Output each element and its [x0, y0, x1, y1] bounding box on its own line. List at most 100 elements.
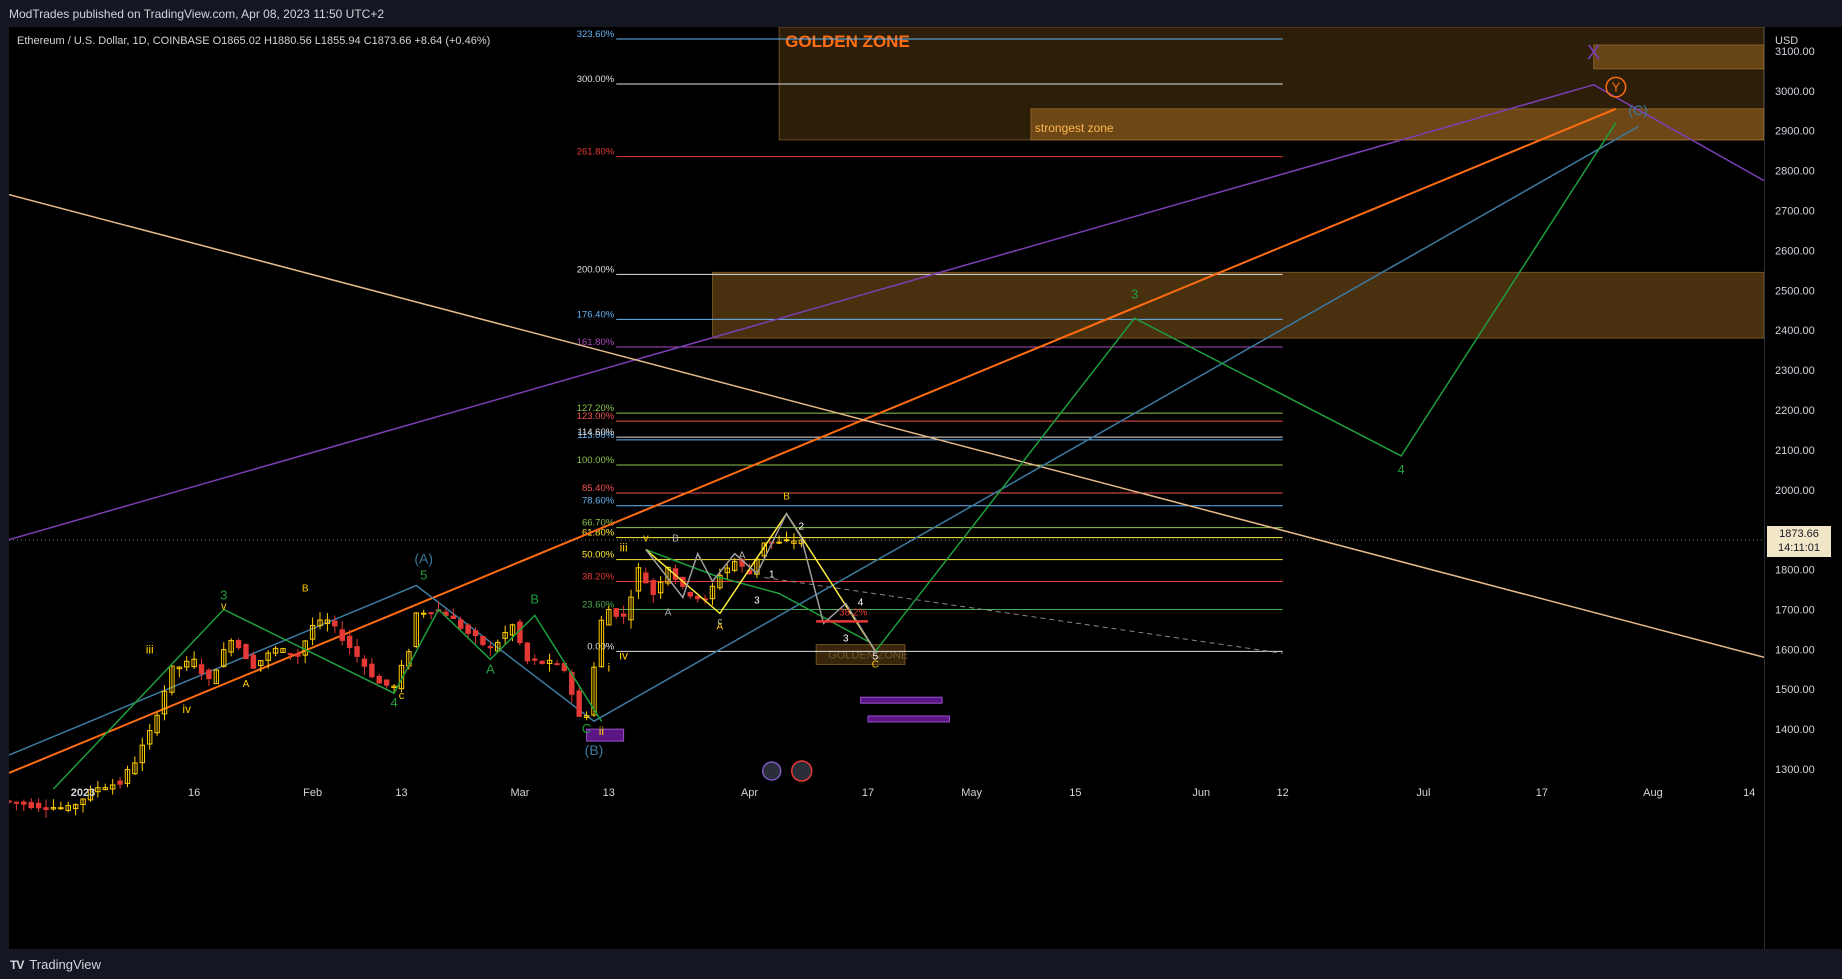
price-tick-label-8: 2100.00 [1775, 445, 1815, 457]
wave-label-18: c [399, 690, 405, 702]
candle-body-72 [539, 660, 545, 664]
candle-body-61 [457, 619, 464, 629]
time-axis-label-6: Apr [741, 787, 758, 799]
candle-body-60 [450, 615, 457, 619]
price-tick-label-15: 2800.00 [1775, 166, 1815, 178]
price-chart[interactable]: GOLDEN ZONEstrongest zoneGOLDEN ZONE0.00… [6, 26, 1765, 949]
candle-body-48 [361, 658, 368, 667]
wave-label-1: Y [1612, 80, 1621, 95]
time-axis-label-14: Aug [1643, 787, 1663, 799]
brand-name: TradingView [29, 957, 101, 972]
candle-body-27 [206, 669, 212, 680]
candle-body-7 [58, 807, 64, 810]
trend-line-tan [8, 193, 1765, 659]
us-flag-icon [790, 760, 813, 782]
time-axis-label-3: 13 [395, 787, 407, 799]
price-tick-label-10: 2300.00 [1775, 365, 1815, 377]
wave-label-31: 1 [769, 570, 775, 581]
wave-label-10: B [530, 591, 539, 606]
wave-label-4: 4 [1398, 462, 1405, 477]
time-axis-label-5: 13 [603, 787, 615, 799]
candle-body-70 [524, 642, 531, 662]
price-tick-label-12: 2500.00 [1775, 285, 1815, 297]
wave-label-13: v [221, 600, 227, 612]
wave-label-24: B [783, 492, 790, 503]
tradingview-brand[interactable]: TV TradingView [10, 957, 101, 972]
fib-level-label-14: 176.40% [577, 309, 615, 320]
wave-label-3: 3 [1131, 286, 1138, 301]
candle-body-45 [339, 629, 345, 641]
price-tick-label-17: 3000.00 [1775, 86, 1815, 98]
wave-label-33: 3 [843, 633, 849, 644]
price-tick-label-4: 1700.00 [1775, 604, 1815, 616]
wave-label-36: 3 [754, 595, 760, 606]
price-tick-label-0: 1300.00 [1775, 764, 1815, 776]
wave-label-14: iii [146, 642, 154, 656]
wave-label-20: ii [599, 724, 604, 738]
fib-level-label-8: 100.00% [577, 455, 615, 466]
candle-body-33 [250, 654, 257, 669]
candle-body-15 [117, 780, 123, 785]
candle-body-56 [420, 612, 427, 615]
fib-level-label-6: 78.60% [582, 496, 615, 507]
symbol-legend[interactable]: Ethereum / U.S. Dollar, 1D, COINBASE O18… [17, 35, 490, 47]
publisher-bar: ModTrades published on TradingView.com, … [0, 0, 1842, 27]
price-tick-label-9: 2200.00 [1775, 405, 1815, 417]
candle-body-83 [620, 613, 627, 617]
wave-label-22: iv [619, 648, 628, 662]
candle-body-74 [554, 663, 560, 666]
candle-body-51 [383, 679, 390, 686]
candle-body-3 [28, 801, 34, 809]
candle-body-82 [613, 608, 619, 617]
wave-label-32: 2 [799, 522, 805, 533]
wave-label-29: A [739, 550, 746, 561]
fib-level-label-17: 300.00% [577, 74, 615, 85]
wave-label-37: 38.2% [839, 607, 867, 618]
wave-label-21: iii [620, 541, 628, 555]
zone-box-3 [711, 271, 1765, 339]
wave-label-23: v [643, 533, 649, 545]
wave-label-16: B [302, 584, 309, 595]
price-tick-label-16: 2900.00 [1775, 126, 1815, 138]
time-axis-label-4: Mar [510, 787, 529, 799]
time-axis-label-13: 17 [1536, 787, 1548, 799]
purple-block-1 [860, 696, 943, 704]
price-tick-label-1: 1400.00 [1775, 724, 1815, 736]
candle-body-104 [776, 541, 782, 544]
wave-label-5: (A) [414, 551, 433, 567]
chart-pane[interactable]: GOLDEN ZONE strongest zone GOLDEN ZONE 0.00… [6, 26, 1765, 949]
wave-label-2: (C) [1628, 102, 1647, 118]
fib-level-label-18: 323.60% [577, 29, 615, 40]
candle-body-62 [465, 624, 471, 634]
fib-level-label-10: 114.60% [577, 427, 614, 438]
candle-body-71 [532, 658, 538, 661]
wave-label-11: A [486, 661, 495, 676]
candle-body-65 [487, 646, 494, 649]
zone-box-1 [1030, 108, 1765, 141]
time-axis-label-1: 16 [188, 787, 200, 799]
time-axis-label-7: 17 [862, 787, 874, 799]
fib-level-label-7: 85.40% [582, 483, 615, 494]
price-tick-label-3: 1600.00 [1775, 644, 1815, 656]
publisher-text: ModTrades published on TradingView.com, … [9, 7, 385, 21]
candle-body-1 [13, 801, 20, 804]
fib-level-label-12: 127.20% [577, 403, 615, 414]
time-axis-label-10: Jun [1192, 787, 1210, 799]
price-tick-label-11: 2400.00 [1775, 325, 1815, 337]
candle-body-0 [6, 800, 12, 803]
wave-label-28: B [672, 534, 679, 545]
time-axis-label-0: 2023 [71, 787, 95, 799]
candle-body-32 [243, 644, 249, 660]
candle-body-92 [687, 592, 693, 597]
fib-level-label-1: 23.60% [582, 599, 615, 610]
wave-label-9: 4 [390, 695, 397, 710]
price-axis-ticks: 1300.00 1400.00 1500.00 1600.00 1700.00 1800.… [1775, 46, 1815, 776]
candle-body-57 [428, 612, 434, 615]
candle-body-50 [376, 675, 382, 684]
wave-label-7: 5 [420, 568, 427, 583]
time-axis-label-2: Feb [303, 787, 322, 799]
candle-body-63 [472, 630, 479, 636]
wave-label-0: X [1587, 42, 1600, 64]
price-axis[interactable]: 1300.00 1400.00 1500.00 1600.00 1700.00 1800.… [1764, 27, 1842, 949]
wave-label-17: A [243, 679, 250, 690]
